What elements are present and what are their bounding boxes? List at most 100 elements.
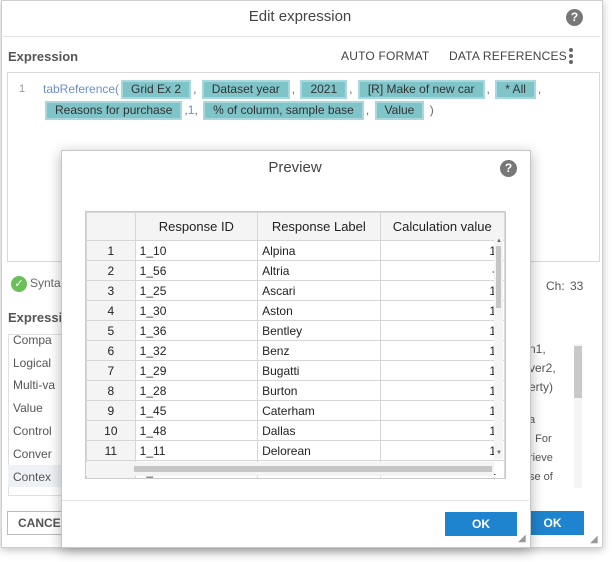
- resize-grip-icon[interactable]: ◢: [518, 534, 528, 544]
- table-row[interactable]: 9 1_45 Caterham 1: [86, 400, 505, 421]
- description-line: se of: [529, 471, 553, 483]
- code-line-1[interactable]: tabReference(Grid Ex 2, Dataset year, 20…: [43, 80, 541, 99]
- scroll-down-icon[interactable]: ▼: [495, 450, 503, 458]
- response-id-cell: 1_36: [134, 320, 259, 341]
- row-number: 9: [86, 400, 136, 421]
- table-row[interactable]: 5 1_36 Bentley 1: [86, 320, 505, 341]
- response-id-cell: 1_30: [134, 300, 259, 321]
- response-label-cell: Ascari: [257, 280, 381, 301]
- code-line-2[interactable]: Reasons for purchase ,1, % of column, sam…: [43, 101, 434, 120]
- response-label-cell: Bugatti: [257, 360, 381, 381]
- calculation-value-cell: 1: [379, 440, 505, 461]
- description-line: erty): [529, 380, 553, 394]
- table-row[interactable]: 6 1_32 Benz 1: [86, 340, 505, 361]
- function-description-signature: n1, ver2, erty): [529, 340, 556, 397]
- column-header[interactable]: Calculation value: [379, 212, 505, 241]
- category-item[interactable]: Conver: [13, 447, 52, 461]
- data-references-button[interactable]: DATA REFERENCES: [449, 49, 567, 63]
- reference-chip[interactable]: Dataset year: [201, 80, 290, 99]
- category-item[interactable]: Value: [13, 401, 43, 415]
- function-description-text: a . For rieve se of: [529, 411, 553, 487]
- response-id-cell: 1_10: [134, 240, 259, 261]
- description-line: . For: [529, 433, 552, 445]
- calculation-value-cell: 1: [379, 240, 505, 261]
- response-label-cell: Altria: [257, 260, 381, 281]
- response-id-cell: 1_48: [134, 420, 259, 441]
- number-literal: 1: [187, 103, 195, 117]
- preview-ok-button[interactable]: OK: [445, 512, 517, 536]
- response-label-cell: Alpina: [257, 240, 381, 261]
- table-row[interactable]: 7 1_29 Bugatti 1: [86, 360, 505, 381]
- table-row[interactable]: 1 1_10 Alpina 1: [86, 240, 505, 261]
- table-row[interactable]: 4 1_30 Aston 1: [86, 300, 505, 321]
- calculation-value-cell: 1: [379, 360, 505, 381]
- syntax-status: ✓ Synta: [11, 276, 61, 292]
- dialog-title: Edit expression: [0, 0, 600, 37]
- table-row[interactable]: 10 1_48 Dallas 1: [86, 420, 505, 441]
- response-id-cell: 1_45: [134, 400, 259, 421]
- check-icon: ✓: [11, 276, 27, 292]
- column-header[interactable]: Response Label: [257, 212, 381, 241]
- calculation-value-cell: 1: [379, 300, 505, 321]
- category-item[interactable]: Logical: [13, 356, 51, 370]
- reference-chip[interactable]: * All: [495, 80, 536, 99]
- preview-table: Response ID Response Label Calculation v…: [85, 211, 506, 479]
- reference-chip[interactable]: % of column, sample base: [203, 101, 364, 120]
- row-number: 7: [86, 360, 136, 381]
- category-item[interactable]: Multi-va: [13, 378, 55, 392]
- response-id-cell: 1_28: [134, 380, 259, 401]
- char-count-label: Ch:: [546, 279, 565, 293]
- table-horizontal-scrollbar-thumb[interactable]: [134, 466, 492, 472]
- response-label-cell: Bentley: [257, 320, 381, 341]
- calculation-value-cell: 1: [379, 400, 505, 421]
- table-vertical-scrollbar-thumb[interactable]: [496, 246, 501, 308]
- table-row[interactable]: 21_56Altria-: [86, 260, 505, 281]
- preview-title: Preview: [268, 159, 322, 176]
- syntax-status-text: Synta: [30, 276, 61, 291]
- close-paren: ): [429, 103, 434, 117]
- response-id-cell: 1_32: [134, 340, 259, 361]
- line-number: 1: [19, 83, 26, 95]
- calculation-value-cell: 1: [379, 280, 505, 301]
- reference-chip[interactable]: Grid Ex 2: [121, 80, 192, 99]
- response-label-cell: Caterham: [257, 400, 381, 421]
- auto-format-button[interactable]: AUTO FORMAT: [341, 49, 429, 63]
- table-row[interactable]: 11 1_11 Delorean 1: [86, 440, 505, 461]
- reference-chip[interactable]: [R] Make of new car: [357, 80, 485, 99]
- table-row[interactable]: 3 1_25 Ascari 1: [86, 280, 505, 301]
- response-label-cell: Dallas: [257, 420, 381, 441]
- category-item-selected[interactable]: Contex: [13, 470, 51, 484]
- row-number: 8: [86, 380, 136, 401]
- table-row[interactable]: 8 1_28 Burton 1: [86, 380, 505, 401]
- description-line: ver2,: [529, 361, 556, 375]
- response-id-cell: 1_29: [134, 360, 259, 381]
- response-label-cell: Aston: [257, 300, 381, 321]
- row-number: 4: [86, 300, 136, 321]
- row-number: 11: [86, 440, 136, 461]
- scroll-up-icon[interactable]: ▲: [495, 238, 503, 246]
- help-icon[interactable]: ?: [566, 9, 583, 26]
- calculation-value-cell: -: [379, 260, 505, 281]
- response-label-cell: Benz: [257, 340, 381, 361]
- response-label-cell: Delorean: [257, 440, 381, 461]
- category-item[interactable]: Control: [13, 424, 52, 438]
- resize-grip-icon[interactable]: ◢: [590, 535, 600, 545]
- more-options-icon[interactable]: [566, 46, 576, 66]
- divider: [62, 500, 529, 501]
- reference-chip[interactable]: 2021: [300, 80, 348, 99]
- reference-chip[interactable]: Value: [374, 101, 425, 120]
- help-icon[interactable]: ?: [500, 160, 517, 177]
- row-number: 10: [86, 420, 136, 441]
- calculation-value-cell: 1: [379, 380, 505, 401]
- description-scrollbar-thumb[interactable]: [574, 346, 582, 398]
- row-number: 6: [86, 340, 136, 361]
- char-count-value: 33: [570, 279, 584, 293]
- row-number: 2: [86, 260, 136, 281]
- response-id-cell: 1_11: [134, 440, 259, 461]
- calculation-value-cell: 1: [379, 340, 505, 361]
- row-number: 5: [86, 320, 136, 341]
- reference-chip[interactable]: Reasons for purchase: [45, 101, 183, 120]
- category-item[interactable]: Compa: [13, 333, 52, 347]
- description-line: a: [529, 414, 536, 426]
- column-header[interactable]: Response ID: [134, 212, 259, 241]
